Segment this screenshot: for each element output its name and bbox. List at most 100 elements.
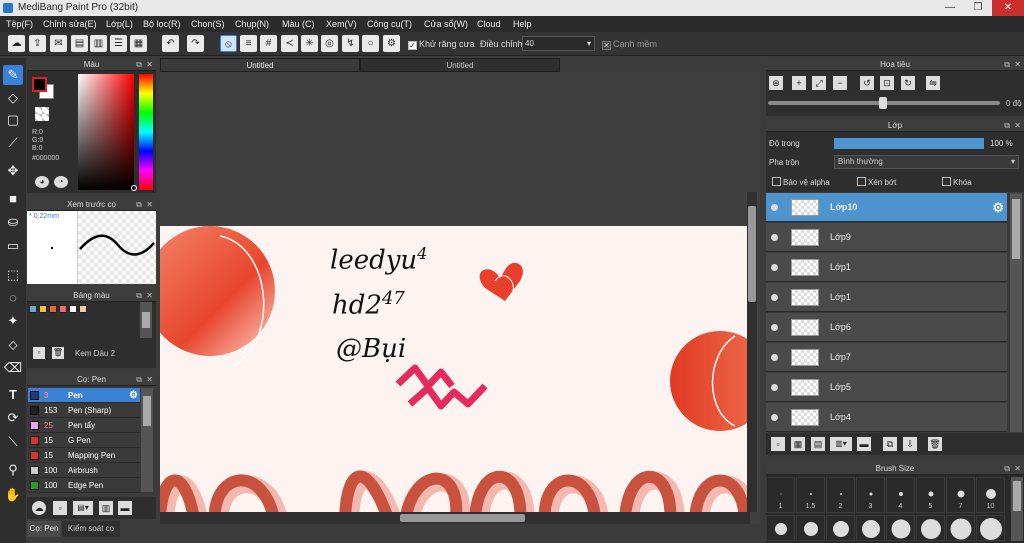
eye-icon[interactable] xyxy=(771,384,778,391)
palette-swatch[interactable] xyxy=(59,305,67,313)
menu-cloud[interactable]: Cloud xyxy=(477,16,501,32)
palette-swatch[interactable] xyxy=(69,305,77,313)
trash-icon[interactable]: 🗑 xyxy=(928,437,942,451)
palette-swatch[interactable] xyxy=(39,305,47,313)
layer-scrollbar[interactable] xyxy=(1010,193,1022,432)
text-tool-icon[interactable]: T xyxy=(3,385,23,405)
menu-tools[interactable]: Công cụ(T) xyxy=(367,16,412,32)
save-icon[interactable]: ▤ xyxy=(71,35,88,52)
brush-size-7[interactable]: 7 xyxy=(946,477,975,513)
palette-swatch[interactable] xyxy=(79,305,87,313)
undo-icon[interactable]: ↶ xyxy=(162,35,179,52)
duplicate-layer-icon[interactable]: ⧉ xyxy=(883,437,897,451)
maximize-button[interactable]: ❐ xyxy=(964,0,992,16)
lock-checkbox[interactable]: Khóa xyxy=(942,177,972,187)
popout-icon[interactable]: ⧉ xyxy=(1004,58,1010,71)
scroll-thumb[interactable] xyxy=(748,206,756,302)
vanish-snap-icon[interactable]: ≺ xyxy=(281,35,298,52)
brush-settings-icon[interactable]: ▥ xyxy=(99,501,113,515)
snap-off-icon[interactable]: ⦸ xyxy=(220,35,237,52)
folder-icon[interactable]: ▬ xyxy=(118,501,132,515)
layer-item[interactable]: Lớp5 xyxy=(766,373,1007,402)
select-eraser-icon[interactable]: ⌫ xyxy=(3,358,23,378)
bucket-tool-icon[interactable]: ⛀ xyxy=(3,212,23,232)
gear-icon[interactable]: ⚙ xyxy=(992,193,1004,222)
zoom-icon[interactable]: ⊕ xyxy=(769,76,783,90)
divide-tool-icon[interactable]: ⟍ xyxy=(3,432,23,452)
menu-color[interactable]: Màu (C) xyxy=(282,16,315,32)
palette-swatch[interactable] xyxy=(29,305,37,313)
add-layer-menu-icon[interactable]: ▥▾ xyxy=(830,437,852,451)
popout-icon[interactable]: ⧉ xyxy=(136,198,142,211)
eye-icon[interactable] xyxy=(771,354,778,361)
scroll-thumb[interactable] xyxy=(400,514,525,522)
brush-item-pen[interactable]: 3 Pen ⚙ xyxy=(28,388,140,403)
brush-item-pen-eraser[interactable]: 25 Pen tẩy xyxy=(28,418,140,433)
close-button[interactable]: ✕ xyxy=(992,0,1024,16)
fit-icon[interactable]: ⤢ xyxy=(812,76,826,90)
scroll-thumb[interactable] xyxy=(142,312,150,328)
artwork[interactable]: leedyu4 hd247 @Bụi xyxy=(160,226,750,524)
menu-help[interactable]: Help xyxy=(513,16,532,32)
brush-size-4[interactable]: 4 xyxy=(886,477,915,513)
popout-icon[interactable]: ⧉ xyxy=(1004,462,1010,475)
scroll-thumb[interactable] xyxy=(1012,199,1020,259)
radial-snap-icon[interactable]: ✳ xyxy=(301,35,318,52)
eye-icon[interactable] xyxy=(771,234,778,241)
dot-tool-icon[interactable]: ▢ xyxy=(3,110,23,130)
merge-down-icon[interactable]: ⇩ xyxy=(903,437,917,451)
folder-icon[interactable]: ▬ xyxy=(857,437,871,451)
brush-menu-icon[interactable]: ▤▾ xyxy=(73,501,93,515)
brush-size-large[interactable] xyxy=(826,515,855,541)
brush-size-1-5[interactable]: 1.5 xyxy=(796,477,825,513)
rotation-slider-thumb[interactable] xyxy=(879,97,887,109)
eyedropper-tool-icon[interactable]: ⚲ xyxy=(3,460,23,480)
delete-palette-icon[interactable]: 🗑 xyxy=(52,347,64,359)
blend-select[interactable]: Bình thường ▾ xyxy=(834,155,1019,169)
brush-scrollbar[interactable] xyxy=(141,388,153,492)
minimize-button[interactable]: — xyxy=(936,0,964,16)
brush-item-mapping-pen[interactable]: 15 Mapping Pen xyxy=(28,448,140,463)
menu-view[interactable]: Xem(V) xyxy=(326,16,357,32)
document-icon[interactable]: ▥ xyxy=(90,35,107,52)
palette-swatch[interactable] xyxy=(49,305,57,313)
zoom-in-icon[interactable]: + xyxy=(792,76,806,90)
antialias-checkbox[interactable]: ✓ Khử răng cưa xyxy=(408,37,475,51)
rotate-right-icon[interactable]: ↻ xyxy=(901,76,915,90)
select-tool-icon[interactable]: ⬚ xyxy=(3,265,23,285)
menu-select[interactable]: Chọn(S) xyxy=(191,16,225,32)
layer-item[interactable]: Lớp6 xyxy=(766,313,1007,342)
canvas-vscrollbar[interactable] xyxy=(747,192,757,512)
menu-filter[interactable]: Bộ lọc(R) xyxy=(143,16,181,32)
brush-size-large[interactable] xyxy=(886,515,915,541)
alpha-protect-checkbox[interactable]: Bảo vệ alpha xyxy=(772,177,830,187)
palette-scrollbar[interactable] xyxy=(140,302,152,338)
share-icon[interactable]: ⇪ xyxy=(29,35,46,52)
hand-tool-icon[interactable]: ✋ xyxy=(3,485,23,505)
eraser-tool-icon[interactable]: ◇ xyxy=(3,88,23,108)
brush-size-large[interactable] xyxy=(796,515,825,541)
zoom-out-icon[interactable]: − xyxy=(833,76,847,90)
layer-item[interactable]: Lớp1 xyxy=(766,283,1007,312)
cross-snap-icon[interactable]: # xyxy=(260,35,277,52)
foreground-swatch[interactable] xyxy=(32,77,47,92)
close-icon[interactable]: ✕ xyxy=(146,289,153,302)
brush-size-2[interactable]: 2 xyxy=(826,477,855,513)
new-layer-icon[interactable]: ▫ xyxy=(771,437,785,451)
grid-icon[interactable]: ▦ xyxy=(130,35,147,52)
saturation-value-picker[interactable] xyxy=(78,74,134,190)
canvas-viewport[interactable]: leedyu4 hd247 @Bụi xyxy=(160,72,760,524)
gradient-tool-icon[interactable]: ▭ xyxy=(3,236,23,256)
layer-item[interactable]: Lớp7 xyxy=(766,343,1007,372)
menu-file[interactable]: Tệp(F) xyxy=(6,16,33,32)
new-palette-icon[interactable]: ▫ xyxy=(33,347,45,359)
add-brush-icon[interactable]: ▫ xyxy=(53,501,67,515)
popout-icon[interactable]: ⧉ xyxy=(136,373,142,386)
brush-size-large[interactable] xyxy=(976,515,1005,541)
scroll-thumb[interactable] xyxy=(1013,481,1021,511)
tab-brush[interactable]: Cọ: Pen xyxy=(27,521,61,537)
ellipse-snap-icon[interactable]: ○ xyxy=(362,35,379,52)
shape-tool-icon[interactable]: ■ xyxy=(3,189,23,209)
palette-icon[interactable]: ◕ xyxy=(35,176,49,188)
smooth-edge-checkbox[interactable]: ✕ Cạnh mềm xyxy=(602,37,657,51)
